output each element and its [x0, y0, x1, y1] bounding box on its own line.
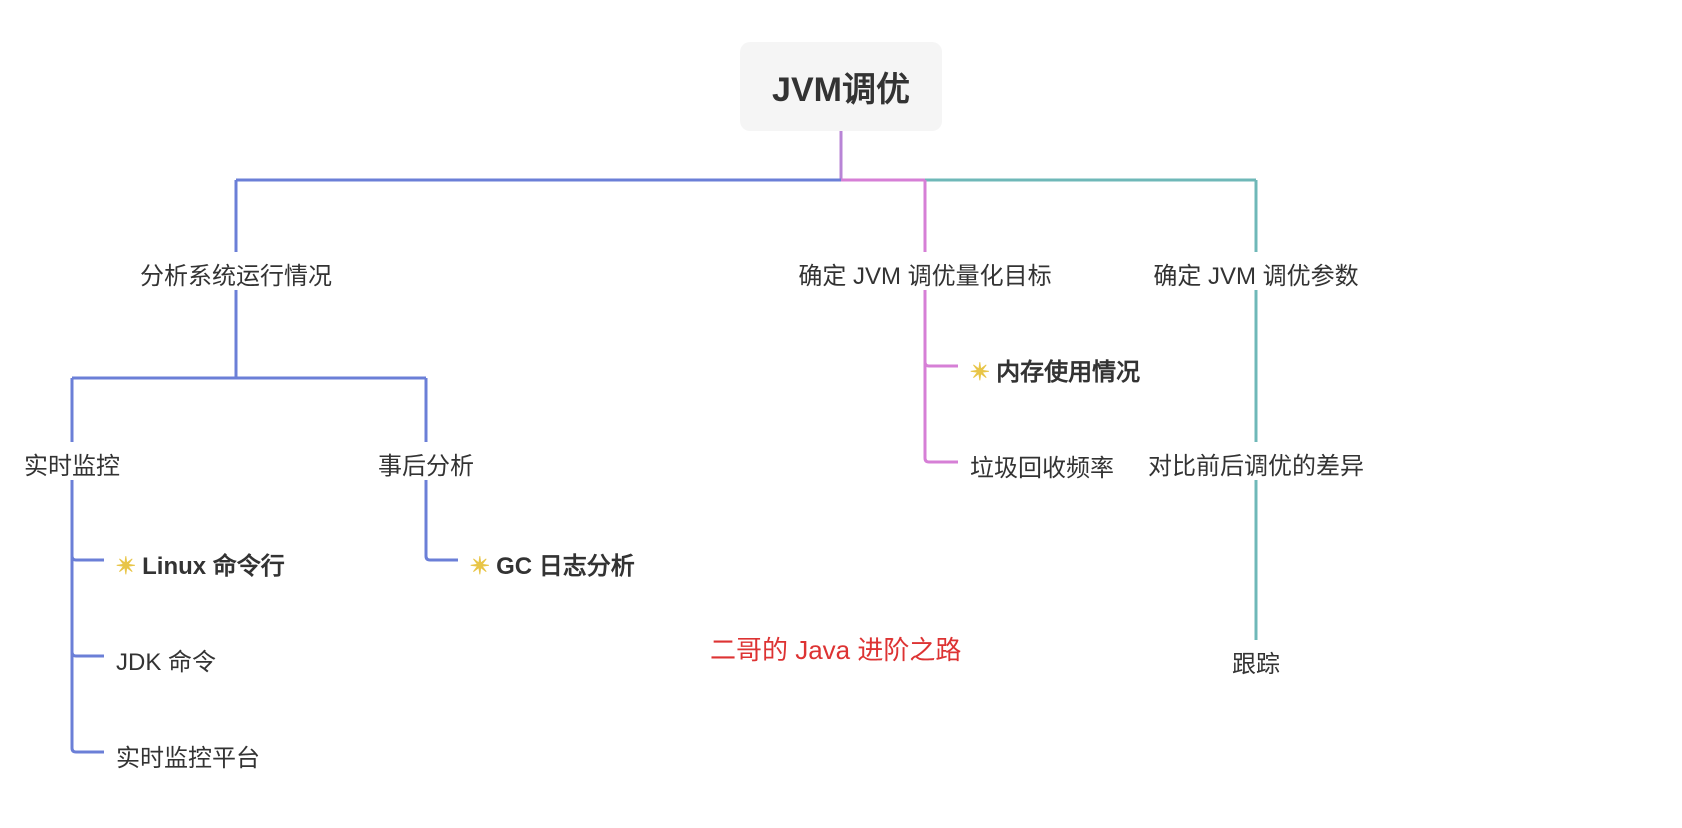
leaf-label: 实时监控平台 — [116, 745, 260, 772]
watermark-text: 二哥的 Java 进阶之路 — [710, 630, 961, 667]
leaf-label: 内存使用情况 — [996, 359, 1140, 386]
node-label: 实时监控 — [24, 453, 120, 480]
node-post-analysis: 事后分析 — [378, 446, 474, 481]
leaf-label: Linux 命令行 — [142, 553, 285, 580]
leaf-label: 跟踪 — [1232, 651, 1280, 678]
leaf-gc-log: ✴GC 日志分析 — [470, 546, 635, 581]
node-label: 事后分析 — [378, 453, 474, 480]
node-label: 对比前后调优的差异 — [1148, 453, 1364, 480]
branch-label: 确定 JVM 调优量化目标 — [798, 263, 1051, 290]
leaf-label: GC 日志分析 — [496, 553, 635, 580]
leaf-jdk-cmd: JDK 命令 — [116, 642, 216, 677]
leaf-label: 垃圾回收频率 — [970, 455, 1114, 482]
leaf-gc-frequency: 垃圾回收频率 — [970, 448, 1114, 483]
node-compare-diff: 对比前后调优的差异 — [1148, 446, 1364, 481]
branch-analyze-system: 分析系统运行情况 — [140, 256, 332, 291]
watermark-label: 二哥的 Java 进阶之路 — [710, 635, 961, 665]
leaf-label: JDK 命令 — [116, 649, 216, 676]
leaf-realtime-platform: 实时监控平台 — [116, 738, 260, 773]
branch-tuning-params: 确定 JVM 调优参数 — [1153, 256, 1358, 291]
branch-label: 分析系统运行情况 — [140, 263, 332, 290]
star-icon: ✴ — [970, 359, 990, 386]
root-node: JVM调优 — [740, 42, 942, 131]
leaf-track: 跟踪 — [1232, 644, 1280, 679]
root-label: JVM调优 — [772, 71, 910, 109]
leaf-linux-cli: ✴Linux 命令行 — [116, 546, 285, 581]
branch-quant-target: 确定 JVM 调优量化目标 — [798, 256, 1051, 291]
branch-label: 确定 JVM 调优参数 — [1153, 263, 1358, 290]
star-icon: ✴ — [470, 553, 490, 580]
star-icon: ✴ — [116, 553, 136, 580]
leaf-memory-usage: ✴内存使用情况 — [970, 352, 1140, 387]
node-realtime-monitor: 实时监控 — [24, 446, 120, 481]
